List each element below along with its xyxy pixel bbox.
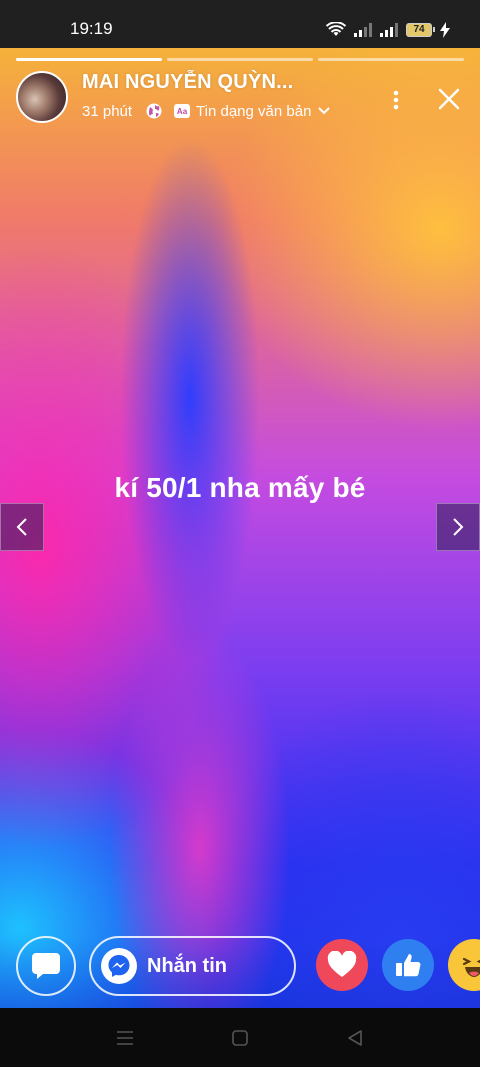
status-time: 19:19 bbox=[70, 19, 113, 38]
story-progress-1 bbox=[16, 58, 162, 61]
close-icon[interactable] bbox=[436, 86, 462, 112]
more-options-icon[interactable] bbox=[386, 88, 406, 112]
reply-button[interactable] bbox=[16, 936, 76, 996]
story-type-label[interactable]: Tin dạng văn bản bbox=[196, 103, 311, 120]
chat-bubble-icon bbox=[32, 953, 60, 979]
next-story-button[interactable] bbox=[436, 503, 480, 551]
story-viewer[interactable]: MAI NGUYỄN QUỲN... 31 phút Aa Tin dạng v… bbox=[0, 48, 480, 1008]
story-progress-2 bbox=[167, 58, 313, 61]
home-icon[interactable] bbox=[230, 1028, 250, 1048]
status-bar: 19:19 74 bbox=[0, 0, 480, 48]
charging-icon bbox=[440, 22, 450, 38]
battery-icon: 74 bbox=[406, 23, 435, 37]
story-author-name[interactable]: MAI NGUYỄN QUỲN... bbox=[82, 71, 293, 94]
send-message-label: Nhắn tin bbox=[147, 954, 227, 977]
chevron-right-icon bbox=[453, 518, 464, 536]
avatar[interactable] bbox=[16, 71, 68, 123]
text-story-icon: Aa bbox=[174, 104, 191, 118]
laughing-face-icon bbox=[462, 957, 480, 977]
story-meta: 31 phút Aa Tin dạng văn bản bbox=[82, 100, 331, 122]
recent-apps-icon[interactable] bbox=[115, 1028, 135, 1048]
love-reaction-button[interactable] bbox=[316, 939, 368, 991]
previous-story-button[interactable] bbox=[0, 503, 44, 551]
heart-icon bbox=[327, 951, 357, 977]
chevron-down-icon[interactable] bbox=[317, 106, 331, 116]
system-navigation-bar bbox=[0, 1008, 480, 1067]
chevron-left-icon bbox=[16, 518, 27, 536]
thumbs-up-icon bbox=[396, 954, 421, 977]
story-text: kí 50/1 nha mấy bé bbox=[114, 472, 366, 503]
signal-icon bbox=[354, 23, 372, 37]
signal-icon-2 bbox=[380, 23, 398, 37]
wifi-icon bbox=[326, 22, 346, 36]
back-icon[interactable] bbox=[345, 1028, 365, 1048]
status-icons: 74 bbox=[326, 20, 450, 40]
send-message-button[interactable]: Nhắn tin bbox=[89, 936, 296, 996]
like-reaction-button[interactable] bbox=[382, 939, 434, 991]
globe-icon bbox=[146, 103, 162, 119]
messenger-icon bbox=[101, 948, 137, 984]
story-progress-3 bbox=[318, 58, 464, 61]
story-time-ago: 31 phút bbox=[82, 102, 133, 120]
